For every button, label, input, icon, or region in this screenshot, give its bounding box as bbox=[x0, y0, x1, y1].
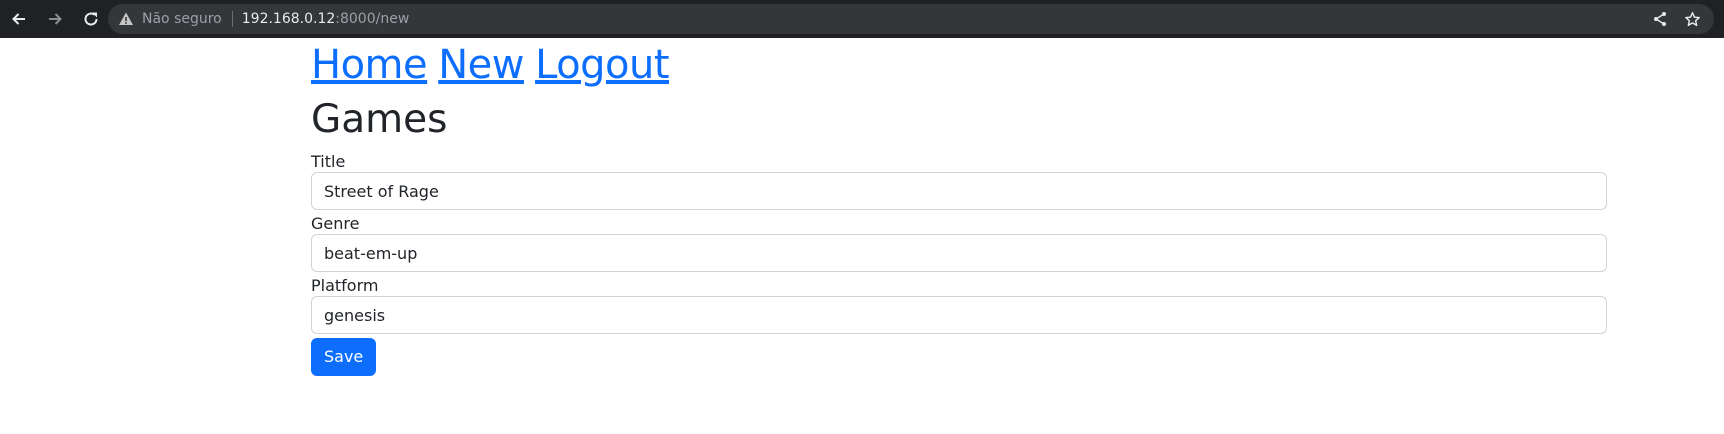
back-button[interactable] bbox=[2, 2, 36, 36]
game-form: Title Genre Platform Save bbox=[311, 152, 1607, 376]
share-button[interactable] bbox=[1644, 4, 1676, 34]
page-content: Home New Logout Games Title Genre Platfo… bbox=[311, 38, 1607, 376]
reload-icon bbox=[84, 12, 98, 26]
forward-arrow-icon bbox=[49, 13, 62, 25]
url-path: :8000/new bbox=[335, 11, 410, 27]
title-label: Title bbox=[311, 152, 346, 171]
top-nav: Home New Logout bbox=[311, 42, 1607, 88]
genre-label: Genre bbox=[311, 214, 360, 233]
url-host: 192.168.0.12 bbox=[241, 11, 336, 27]
save-button[interactable]: Save bbox=[311, 338, 377, 376]
genre-input[interactable] bbox=[311, 234, 1607, 272]
back-arrow-icon bbox=[12, 13, 25, 25]
share-icon bbox=[1654, 12, 1666, 26]
warning-icon bbox=[119, 12, 133, 25]
browser-toolbar: Não seguro 192.168.0.12:8000/new bbox=[0, 0, 1724, 38]
platform-input[interactable] bbox=[311, 296, 1607, 334]
nav-link-logout[interactable]: Logout bbox=[535, 42, 669, 88]
reload-button[interactable] bbox=[74, 2, 108, 36]
platform-label: Platform bbox=[311, 276, 379, 295]
nav-link-new[interactable]: New bbox=[438, 42, 524, 88]
forward-button[interactable] bbox=[38, 2, 72, 36]
title-input[interactable] bbox=[311, 172, 1607, 210]
address-bar[interactable]: Não seguro 192.168.0.12:8000/new bbox=[108, 4, 1714, 34]
divider bbox=[231, 11, 233, 27]
page-title: Games bbox=[311, 97, 448, 142]
security-status[interactable]: Não seguro bbox=[142, 11, 222, 27]
star-icon bbox=[1684, 11, 1700, 26]
nav-link-home[interactable]: Home bbox=[311, 42, 428, 88]
bookmark-button[interactable] bbox=[1676, 4, 1708, 34]
